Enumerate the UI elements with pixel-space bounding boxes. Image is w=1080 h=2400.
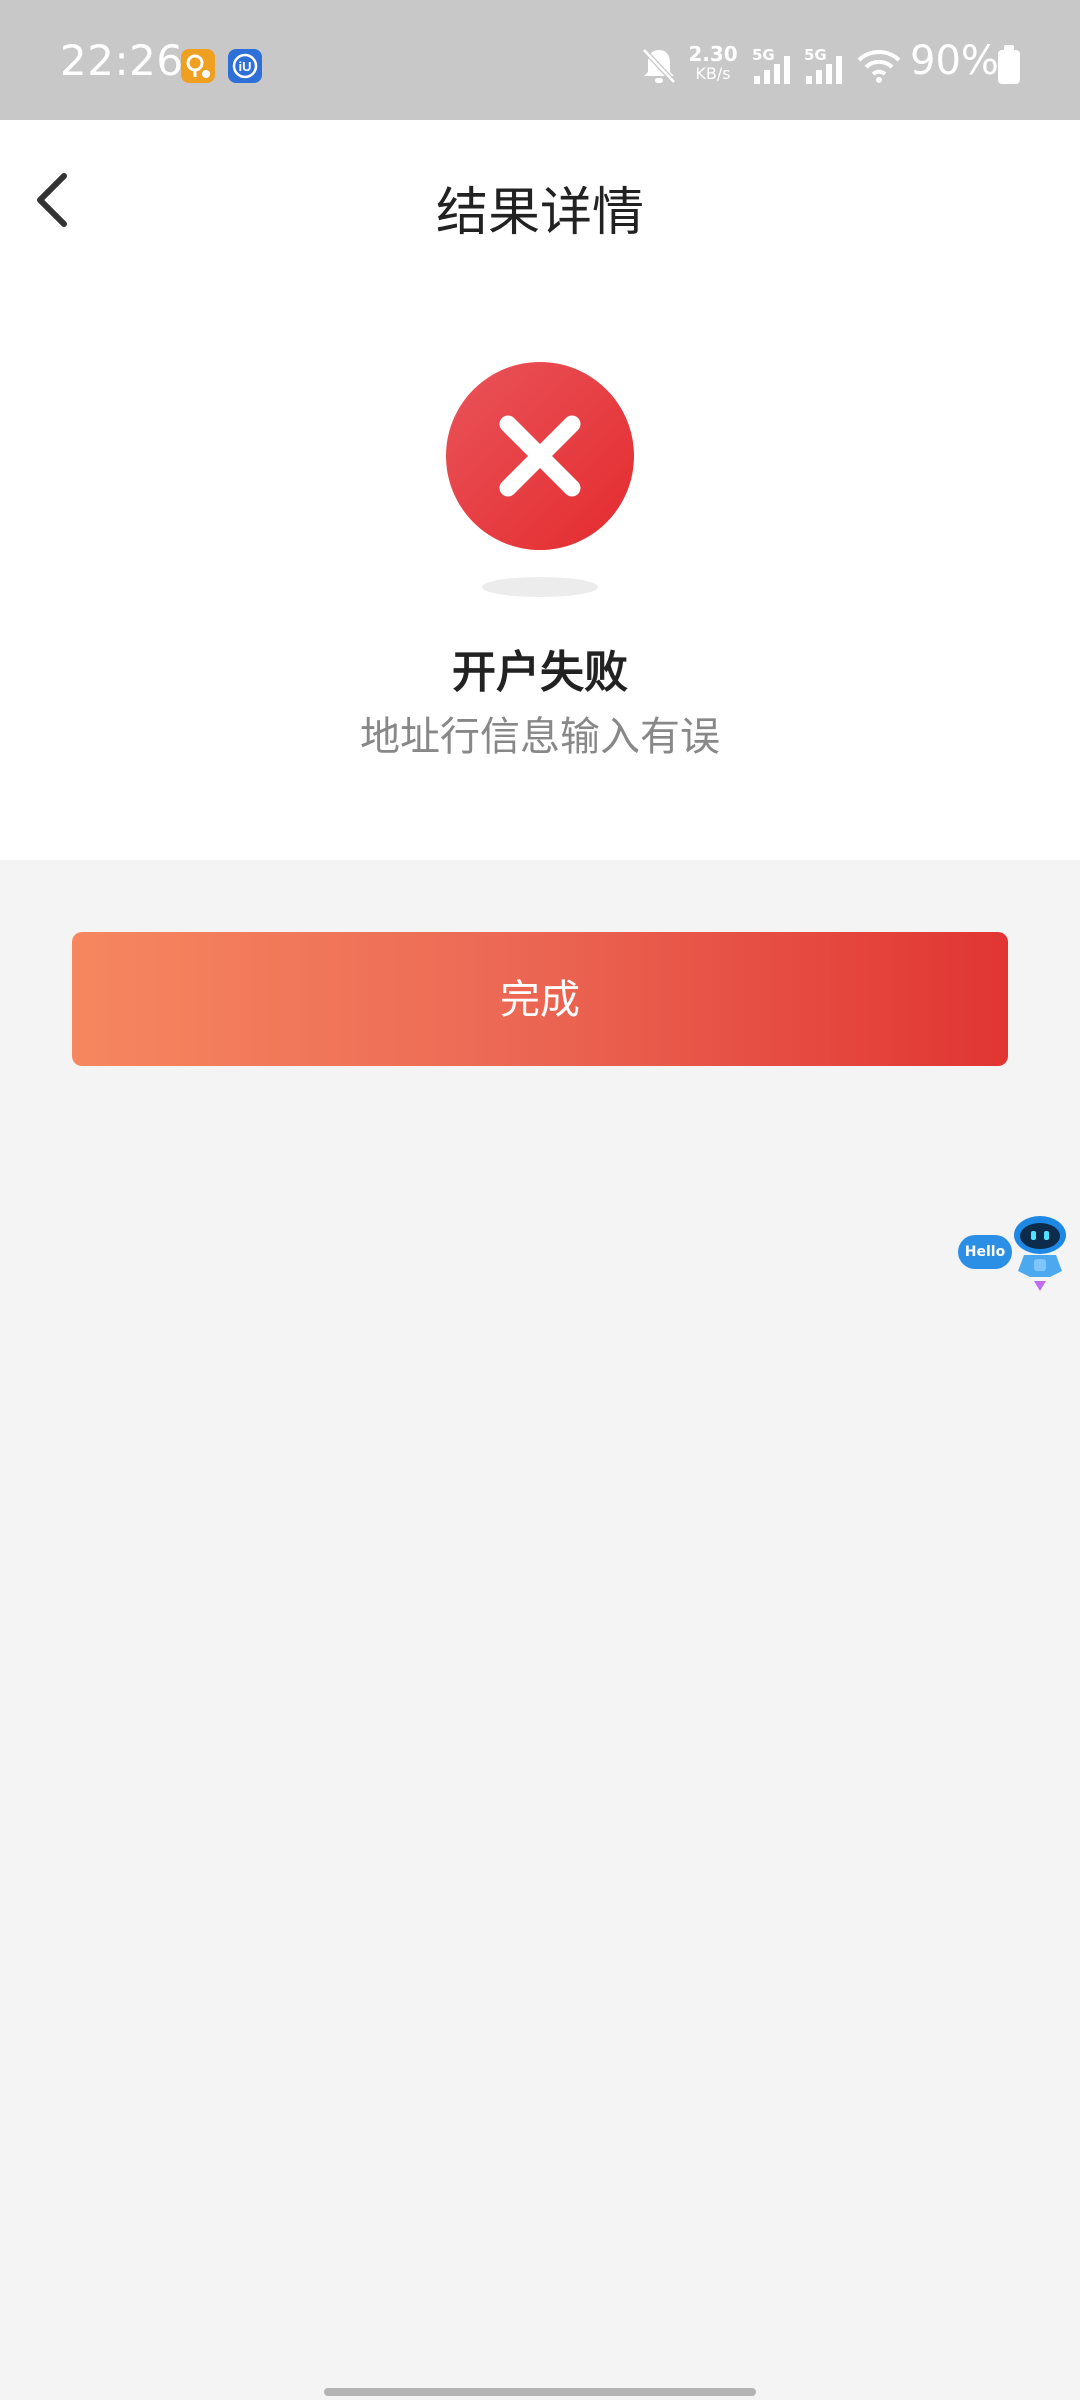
notification-app-icon: [181, 49, 215, 83]
robot-assistant-icon: [1014, 1216, 1066, 1291]
result-card: 开户失败 地址行信息输入有误: [0, 280, 1080, 860]
result-message: 地址行信息输入有误: [360, 714, 720, 760]
home-indicator[interactable]: [324, 2388, 756, 2396]
svg-text:iU: iU: [239, 59, 252, 74]
result-title: 开户失败: [452, 647, 628, 698]
error-x-circle-icon: [446, 362, 634, 550]
status-bar: 22:26 iU 2.30 KB/s 5G 5G 90%: [0, 0, 1080, 120]
assistant-float-button[interactable]: Hello: [958, 1215, 1070, 1305]
battery-percent: 90%: [910, 38, 999, 84]
page-title: 结果详情: [435, 183, 644, 243]
network-speed: 2.30 KB/s: [688, 42, 738, 83]
done-button[interactable]: 完成: [72, 932, 1008, 1066]
wifi-icon: [856, 48, 902, 88]
iu-app-icon: iU: [228, 49, 262, 83]
status-time: 22:26: [60, 36, 184, 85]
bell-muted-icon: [640, 46, 678, 90]
assistant-hello-bubble: Hello: [958, 1235, 1012, 1269]
battery-icon: [998, 45, 1020, 84]
nav-bar: 结果详情: [0, 120, 1080, 280]
icon-shadow: [482, 577, 598, 597]
